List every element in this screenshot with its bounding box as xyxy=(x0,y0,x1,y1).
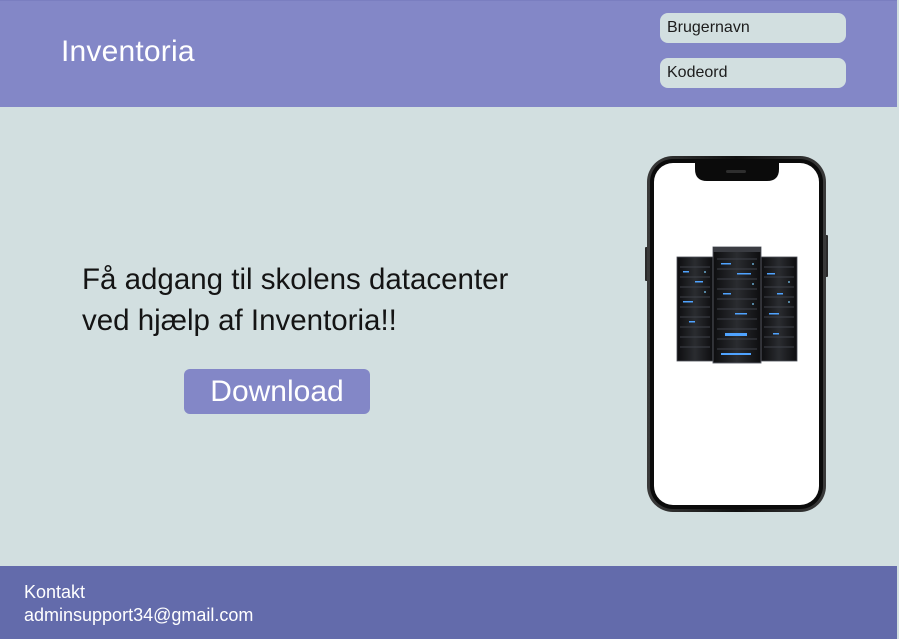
hero-headline: Få adgang til skolens datacenter ved hjæ… xyxy=(82,259,602,341)
server-rack-icon xyxy=(676,246,798,364)
header-bar: Inventoria xyxy=(0,0,897,107)
hero-headline-line-2: ved hjælp af Inventoria!! xyxy=(82,304,397,337)
footer-contact-title: Kontakt xyxy=(24,582,86,602)
hero-headline-line-1: Få adgang til skolens datacenter xyxy=(82,263,509,296)
phone-mockup xyxy=(645,156,828,512)
page: Inventoria Få adgang til skolens datacen… xyxy=(0,0,899,639)
footer: Kontakt adminsupport34@gmail.com xyxy=(0,566,897,639)
download-button[interactable]: Download xyxy=(184,369,370,414)
brand-logo-text[interactable]: Inventoria xyxy=(61,35,195,69)
footer-contact-email[interactable]: adminsupport34@gmail.com xyxy=(24,605,253,626)
password-field[interactable] xyxy=(660,58,846,88)
username-field[interactable] xyxy=(660,13,846,43)
